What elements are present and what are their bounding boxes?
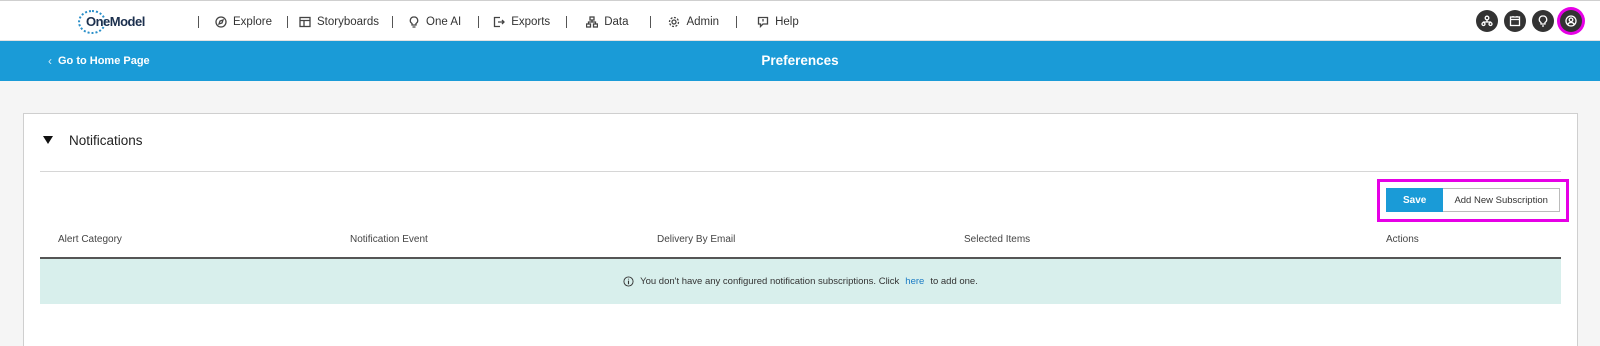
top-right-icons [1476, 10, 1582, 32]
nav-separator [478, 15, 480, 28]
nav-label: Help [775, 15, 799, 28]
insights-button[interactable] [1532, 10, 1554, 32]
empty-message-text: You don't have any configured notificati… [640, 276, 900, 287]
nav-item-admin[interactable]: Admin [668, 16, 719, 28]
user-profile-icon [1565, 15, 1577, 27]
help-chat-icon [757, 16, 769, 28]
empty-message-suffix: to add one. [930, 276, 978, 287]
column-header-notification-event: Notification Event [350, 234, 428, 245]
nav-item-explore[interactable]: Explore [215, 16, 272, 28]
nav-separator [287, 15, 288, 28]
column-header-delivery-by-email: Delivery By Email [657, 234, 736, 245]
storyboard-icon [299, 16, 311, 27]
data-tree-icon [586, 15, 599, 28]
add-new-subscription-button[interactable]: Add New Subscription [1443, 188, 1560, 212]
nav-separator [198, 15, 199, 28]
here-link[interactable]: here [905, 276, 924, 287]
top-navigation-bar: OneModel Explore Storyboards One AI Expo… [0, 0, 1600, 41]
nav-label: Storyboards [317, 15, 380, 28]
nav-item-storyboards[interactable]: Storyboards [299, 16, 379, 28]
logo-text: OneModel [86, 14, 145, 29]
lightbulb-icon [409, 15, 419, 28]
save-button[interactable]: Save [1386, 188, 1444, 212]
nav-label: Exports [511, 15, 551, 28]
lightbulb-pin-icon [1538, 15, 1548, 27]
nav-separator [566, 15, 568, 28]
column-header-actions: Actions [1386, 234, 1419, 245]
column-header-selected-items: Selected Items [964, 234, 1031, 245]
page-header-bar: ‹ Go to Home Page Preferences [0, 41, 1600, 81]
column-header-alert-category: Alert Category [58, 234, 122, 245]
nav-separator [392, 15, 394, 28]
onemodel-logo[interactable]: OneModel [78, 10, 145, 34]
nav-item-exports[interactable]: Exports [493, 16, 550, 28]
notifications-card [23, 113, 1578, 346]
user-profile-button[interactable] [1560, 10, 1582, 32]
nav-item-help[interactable]: Help [757, 16, 799, 28]
nav-separator [650, 15, 652, 28]
nav-label: One AI [426, 15, 462, 28]
highlighted-button-group: Save Add New Subscription [1377, 179, 1569, 222]
nav-item-data[interactable]: Data [586, 16, 628, 28]
nav-label: Data [604, 15, 629, 28]
main-nav: Explore Storyboards One AI Exports Data … [198, 1, 799, 42]
export-icon [494, 16, 506, 27]
gear-icon [669, 16, 680, 27]
nav-label: Admin [686, 15, 720, 28]
info-icon [623, 276, 634, 287]
empty-state-row: You don't have any configured notificati… [40, 259, 1561, 304]
calendar-button[interactable] [1504, 10, 1526, 32]
nav-item-one-ai[interactable]: One AI [408, 16, 461, 28]
org-chart-icon [1481, 15, 1493, 27]
org-chart-button[interactable] [1476, 10, 1498, 32]
nav-separator [736, 15, 738, 28]
page-title: Preferences [761, 53, 839, 68]
section-title: Notifications [69, 133, 143, 148]
nav-label: Explore [233, 15, 272, 28]
collapse-triangle-icon[interactable] [42, 134, 54, 146]
compass-icon [215, 15, 227, 28]
section-divider [40, 171, 1561, 172]
calendar-icon [1509, 16, 1521, 27]
